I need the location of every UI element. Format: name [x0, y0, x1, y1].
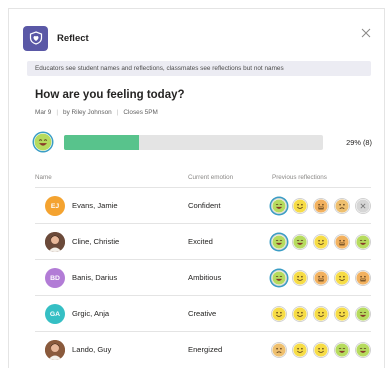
current-emotion: Confident: [188, 201, 221, 210]
student-row[interactable]: Cline, Christie Excited: [35, 223, 371, 259]
response-progress-bar: [64, 135, 323, 150]
neutral-emoji-icon: [313, 198, 329, 214]
avatar: [45, 232, 65, 252]
column-header-name: Name: [35, 174, 52, 181]
previous-reflections: [271, 342, 371, 358]
happy-emoji-icon: [292, 198, 308, 214]
column-header-previous: Previous reflections: [272, 174, 327, 181]
student-row[interactable]: GA Grgic, Anja Creative: [35, 295, 371, 331]
very-happy-emoji-icon: [355, 234, 371, 250]
very-happy-emoji-icon: [355, 342, 371, 358]
avatar: EJ: [45, 196, 65, 216]
very-happy-emoji-icon: [292, 234, 308, 250]
progress-percentage: 29% (8): [346, 138, 372, 147]
meta-author: by Riley Johnson: [63, 109, 112, 116]
very-happy-emoji-icon: [271, 234, 287, 250]
avatar: [45, 340, 65, 360]
current-emotion: Energized: [188, 345, 223, 354]
avatar: GA: [45, 304, 65, 324]
very-happy-emoji-icon: [334, 342, 350, 358]
student-name: Evans, Jamie: [72, 201, 118, 210]
meta-separator: |: [116, 109, 119, 116]
reflection-meta: Mar 9 | by Riley Johnson | Closes 5PM: [35, 109, 158, 116]
happy-emoji-icon: [271, 306, 287, 322]
student-name: Banis, Darius: [72, 273, 118, 282]
happy-emoji-icon: [313, 306, 329, 322]
current-emotion: Creative: [188, 309, 217, 318]
neutral-emoji-icon: [355, 270, 371, 286]
neutral-emoji-icon: [334, 234, 350, 250]
close-icon[interactable]: [360, 26, 372, 38]
very-happy-emoji-icon: [34, 133, 52, 151]
avatar: BD: [45, 268, 65, 288]
student-table: EJ Evans, Jamie Confident Cline, Christie Ex…: [35, 187, 371, 367]
happy-emoji-icon: [292, 342, 308, 358]
happy-emoji-icon: [292, 306, 308, 322]
happy-emoji-icon: [334, 306, 350, 322]
student-row[interactable]: BD Banis, Darius Ambitious: [35, 259, 371, 295]
very-happy-emoji-icon: [271, 270, 287, 286]
meta-closes: Closes 5PM: [123, 109, 158, 116]
meta-separator: |: [56, 109, 59, 116]
happy-emoji-icon: [313, 342, 329, 358]
no-reflection-icon: [355, 198, 371, 214]
current-emotion: Ambitious: [188, 273, 222, 282]
very-happy-emoji-icon: [271, 198, 287, 214]
student-row[interactable]: EJ Evans, Jamie Confident: [35, 187, 371, 223]
app-title: Reflect: [57, 32, 89, 44]
reflect-card: Reflect Educators see student names and …: [8, 8, 385, 368]
column-header-emotion: Current emotion: [188, 174, 234, 181]
previous-reflections: [271, 270, 371, 286]
progress-fill: [64, 135, 140, 150]
student-name: Lando, Guy: [72, 345, 112, 354]
app-header: Reflect: [23, 25, 89, 51]
previous-reflections: [271, 306, 371, 322]
happy-emoji-icon: [313, 234, 329, 250]
reflection-question: How are you feeling today?: [35, 89, 185, 101]
sad-emoji-icon: [334, 198, 350, 214]
meta-date: Mar 9: [35, 109, 52, 116]
student-name: Cline, Christie: [72, 237, 120, 246]
previous-reflections: [271, 234, 371, 250]
student-name: Grgic, Anja: [72, 309, 110, 318]
reflect-app-icon: [23, 25, 48, 51]
happy-emoji-icon: [334, 270, 350, 286]
emotion-summary[interactable]: 29% (8): [34, 131, 374, 153]
sad-emoji-icon: [271, 342, 287, 358]
very-happy-emoji-icon: [355, 306, 371, 322]
happy-emoji-icon: [292, 270, 308, 286]
privacy-banner: Educators see student names and reflecti…: [27, 61, 371, 76]
neutral-emoji-icon: [313, 270, 329, 286]
previous-reflections: [271, 198, 371, 214]
current-emotion: Excited: [188, 237, 213, 246]
